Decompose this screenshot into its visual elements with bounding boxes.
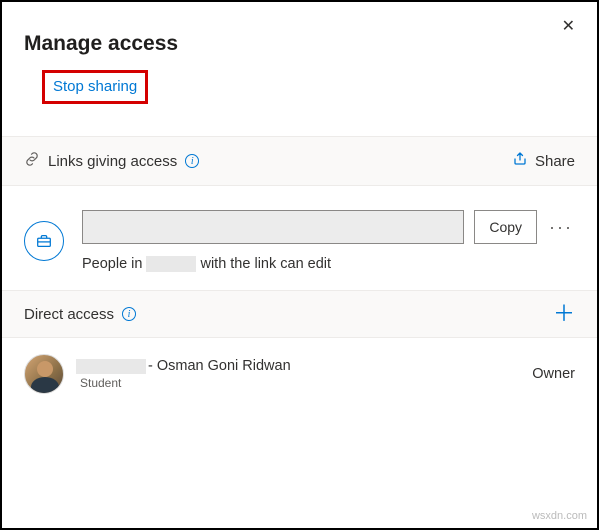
stop-sharing-highlight: Stop sharing: [42, 70, 148, 104]
avatar: [24, 354, 64, 394]
redacted-org-name: [146, 256, 196, 272]
link-desc-suffix: with the link can edit: [200, 256, 331, 272]
copy-link-button[interactable]: Copy: [474, 210, 537, 244]
ellipsis-icon: ···: [549, 217, 573, 237]
redacted-user-prefix: [76, 359, 146, 374]
links-giving-access-section: Links giving access i Share: [2, 136, 597, 186]
user-name: - Osman Goni Ridwan: [76, 358, 291, 374]
user-name-suffix: - Osman Goni Ridwan: [148, 358, 291, 374]
close-button[interactable]: ✕: [554, 12, 583, 40]
link-description: People in with the link can edit: [82, 256, 575, 272]
info-icon[interactable]: i: [122, 307, 136, 321]
info-icon[interactable]: i: [185, 154, 199, 168]
more-options-button[interactable]: ···: [547, 217, 575, 238]
direct-access-section: Direct access i ＋: [2, 290, 597, 338]
plus-icon: ＋: [553, 301, 575, 326]
share-link-input[interactable]: [82, 210, 464, 244]
direct-access-label: Direct access: [24, 306, 114, 323]
link-item: Copy ··· People in with the link can edi…: [2, 186, 597, 290]
add-direct-access-button[interactable]: ＋: [553, 303, 575, 325]
dialog-title: Manage access: [24, 32, 575, 56]
share-button[interactable]: Share: [512, 151, 575, 171]
user-role: Student: [80, 376, 291, 390]
user-permission: Owner: [532, 366, 575, 382]
links-section-label: Links giving access: [48, 153, 177, 170]
watermark: wsxdn.com: [532, 510, 587, 522]
close-icon: ✕: [562, 18, 575, 35]
link-icon: [24, 151, 40, 171]
org-briefcase-icon: [24, 221, 64, 261]
share-button-label: Share: [535, 153, 575, 170]
stop-sharing-link[interactable]: Stop sharing: [53, 78, 137, 95]
share-icon: [512, 151, 528, 171]
dialog-header: Manage access Stop sharing: [2, 2, 597, 114]
link-desc-prefix: People in: [82, 256, 142, 272]
user-row: - Osman Goni Ridwan Student Owner: [2, 338, 597, 410]
